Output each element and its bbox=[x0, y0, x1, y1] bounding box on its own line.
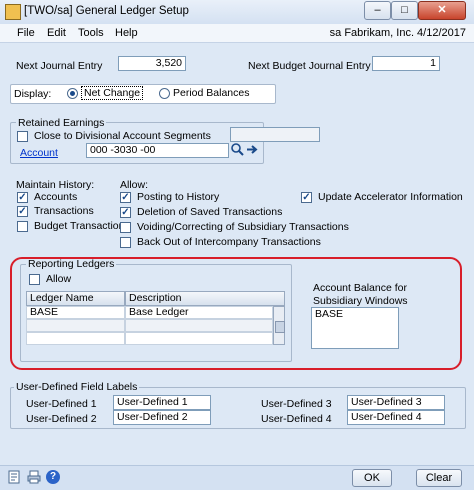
window-note-icon[interactable] bbox=[8, 470, 22, 484]
deletion-saved-label: Deletion of Saved Transactions bbox=[137, 206, 283, 218]
user-defined-4-field[interactable]: User-Defined 4 bbox=[347, 410, 445, 425]
clear-button[interactable]: Clear bbox=[416, 469, 462, 487]
account-field[interactable]: 000 -3030 -00 bbox=[86, 143, 229, 158]
menu-bar: File Edit Tools Help sa Fabrikam, Inc. 4… bbox=[0, 24, 474, 43]
expand-arrow-icon[interactable] bbox=[245, 142, 259, 157]
status-bar: ? OK Clear bbox=[0, 465, 474, 490]
lookup-icon[interactable] bbox=[230, 142, 244, 157]
history-budget-transactions-checkbox[interactable] bbox=[17, 221, 28, 232]
history-transactions-checkbox[interactable]: ✓ bbox=[17, 206, 28, 217]
account-link[interactable]: Account bbox=[20, 147, 58, 159]
menu-edit[interactable]: Edit bbox=[47, 27, 66, 39]
user-defined-4-label: User-Defined 4 bbox=[261, 413, 332, 425]
menu-help[interactable]: Help bbox=[115, 27, 138, 39]
highlight-outline bbox=[10, 257, 462, 370]
allow-label: Allow: bbox=[120, 179, 149, 191]
period-balances-label[interactable]: Period Balances bbox=[173, 87, 249, 99]
user-company-date: sa Fabrikam, Inc. 4/12/2017 bbox=[329, 27, 466, 39]
history-budget-transactions-label: Budget Transactions bbox=[34, 220, 130, 232]
update-accelerator-checkbox[interactable]: ✓ bbox=[301, 192, 312, 203]
back-out-label: Back Out of Intercompany Transactions bbox=[137, 236, 321, 248]
back-out-checkbox[interactable] bbox=[120, 237, 131, 248]
net-change-label[interactable]: Net Change bbox=[81, 86, 144, 100]
ok-button[interactable]: OK bbox=[352, 469, 392, 487]
general-ledger-setup-window: [TWO/sa] General Ledger Setup – □ ✕ File… bbox=[0, 0, 474, 490]
user-defined-2-label: User-Defined 2 bbox=[26, 413, 97, 425]
minimize-button[interactable]: – bbox=[364, 1, 391, 20]
history-transactions-label: Transactions bbox=[34, 205, 94, 217]
user-defined-2-field[interactable]: User-Defined 2 bbox=[113, 410, 211, 425]
maintain-history-label: Maintain History: bbox=[16, 179, 95, 191]
history-accounts-label: Accounts bbox=[34, 191, 78, 203]
posting-to-history-label: Posting to History bbox=[137, 191, 220, 203]
update-accelerator-label: Update Accelerator Information bbox=[318, 191, 463, 203]
voiding-label: Voiding/Correcting of Subsidiary Transac… bbox=[137, 221, 349, 233]
voiding-checkbox[interactable] bbox=[120, 222, 131, 233]
deletion-saved-checkbox[interactable]: ✓ bbox=[120, 207, 131, 218]
next-journal-entry-field[interactable]: 3,520 bbox=[118, 56, 186, 71]
close-to-divisional-label: Close to Divisional Account Segments bbox=[34, 130, 211, 142]
maximize-button[interactable]: □ bbox=[391, 1, 418, 20]
menu-file[interactable]: File bbox=[17, 27, 35, 39]
period-balances-radio[interactable] bbox=[159, 88, 170, 99]
segment-field[interactable] bbox=[230, 127, 320, 142]
user-defined-group-label: User-Defined Field Labels bbox=[14, 381, 140, 393]
window-title: [TWO/sa] General Ledger Setup bbox=[24, 5, 189, 17]
posting-to-history-checkbox[interactable]: ✓ bbox=[120, 192, 131, 203]
user-defined-3-label: User-Defined 3 bbox=[261, 398, 332, 410]
app-icon bbox=[5, 4, 21, 20]
next-budget-journal-entry-field[interactable]: 1 bbox=[372, 56, 440, 71]
user-defined-1-label: User-Defined 1 bbox=[26, 398, 97, 410]
close-button[interactable]: ✕ bbox=[418, 1, 466, 20]
help-icon[interactable]: ? bbox=[46, 470, 60, 484]
history-accounts-checkbox[interactable]: ✓ bbox=[17, 192, 28, 203]
title-bar[interactable]: [TWO/sa] General Ledger Setup – □ ✕ bbox=[0, 0, 474, 25]
close-to-divisional-checkbox[interactable] bbox=[17, 131, 28, 142]
user-defined-3-field[interactable]: User-Defined 3 bbox=[347, 395, 445, 410]
menu-tools[interactable]: Tools bbox=[78, 27, 104, 39]
retained-earnings-label: Retained Earnings bbox=[16, 117, 107, 129]
user-defined-1-field[interactable]: User-Defined 1 bbox=[113, 395, 211, 410]
next-journal-entry-label: Next Journal Entry bbox=[16, 60, 103, 72]
display-label: Display: bbox=[14, 88, 52, 100]
net-change-radio[interactable] bbox=[67, 88, 78, 99]
print-icon[interactable] bbox=[27, 470, 41, 484]
next-budget-journal-entry-label: Next Budget Journal Entry bbox=[248, 60, 371, 72]
